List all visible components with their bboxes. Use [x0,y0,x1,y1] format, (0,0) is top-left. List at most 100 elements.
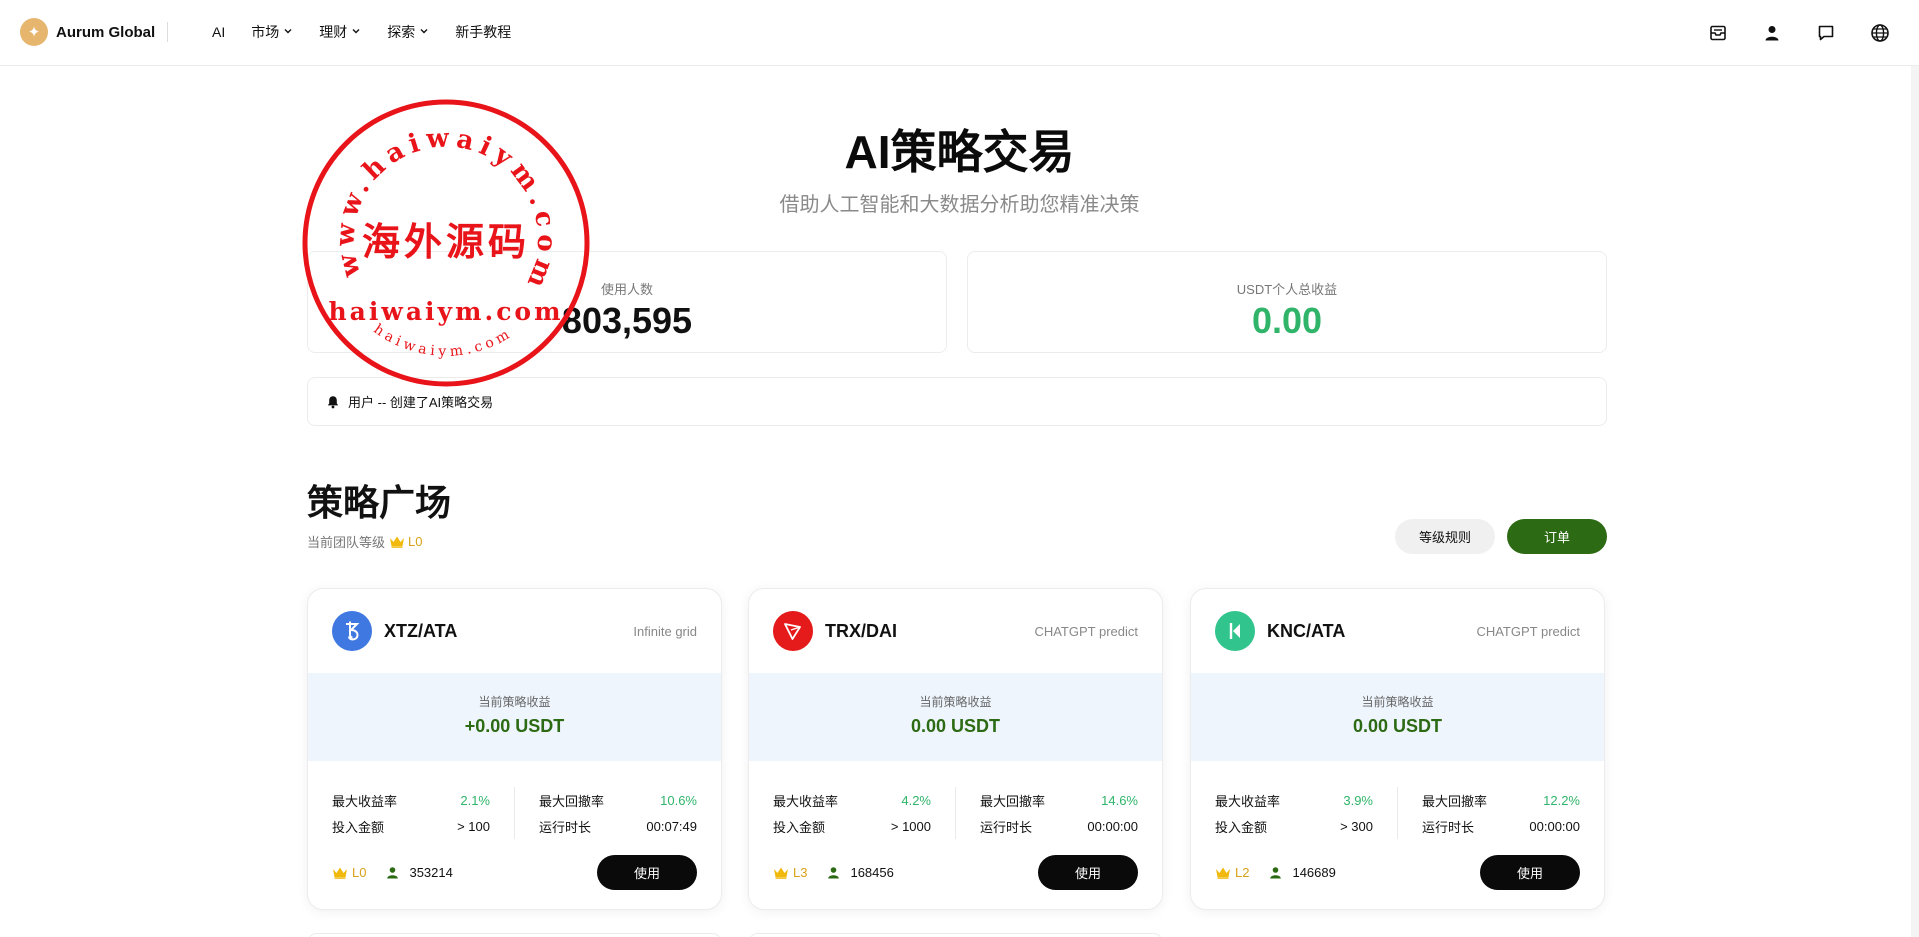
nav-divider [167,22,168,42]
card-header: TRX/DAI CHATGPT predict [749,589,1162,673]
level-value: L3 [793,865,808,880]
metric-row: 投入金额 > 100 [332,813,490,839]
use-strategy-button[interactable]: 使用 [597,855,697,890]
runtime-label: 运行时长 [1422,819,1475,835]
amount-value: > 100 [457,818,490,834]
card-footer: L3 168456 使用 [749,839,1162,890]
max-yield-value: 4.2% [901,792,931,808]
profit-value: 0.00 USDT [1352,716,1443,736]
nav-item-finance[interactable]: 理财 [319,22,361,42]
crown-icon [389,535,405,548]
total-profit-card: USDT个人总收益 0.00 [967,251,1607,353]
watermark-domain-text: haiwaiym.com [328,297,563,326]
nav-label: 理财 [319,24,348,40]
inbox-icon[interactable] [1705,20,1731,46]
level-value: L0 [352,865,367,880]
nav-label: 新手教程 [455,24,512,40]
chevron-down-icon [351,26,361,39]
user-count-value: 353214 [409,865,453,880]
use-strategy-button[interactable]: 使用 [1480,855,1580,890]
level-value: L2 [1235,865,1250,880]
nav-item-explore[interactable]: 探索 [387,22,429,42]
brand-logo[interactable]: ✦ Aurum Global [20,18,155,46]
metric-row: 最大回撤率 14.6% [980,787,1138,813]
nav-item-tutorial[interactable]: 新手教程 [455,22,511,42]
watermark-center-text: 海外源码 [362,219,530,264]
profit-label: 当前策略收益 [919,695,992,709]
user-icon[interactable] [1759,20,1785,46]
required-level: L0 [332,865,366,880]
nav-item-market[interactable]: 市场 [251,22,293,42]
metric-column: 最大回撤率 12.2% 运行时长 00:00:00 [1398,787,1580,839]
strategy-type: CHATGPT predict [1476,623,1580,639]
runtime-label: 运行时长 [539,819,592,835]
required-level: L2 [1215,865,1249,880]
metric-column: 最大收益率 2.1% 投入金额 > 100 [332,787,515,839]
metric-row: 投入金额 > 1000 [773,813,931,839]
amount-value: > 300 [1340,818,1373,834]
main-nav: AI 市场 理财 探索 新手教程 [212,22,537,42]
profit-label: 当前策略收益 [478,695,551,709]
top-navbar: ✦ Aurum Global AI 市场 理财 探索 新手教程 [0,0,1919,66]
strategy-type: Infinite grid [633,623,697,639]
runtime-value: 00:00:00 [1087,818,1138,834]
max-drawdown-value: 10.6% [660,792,697,808]
section-title: 策略广场 [307,482,452,523]
globe-icon[interactable] [1867,20,1893,46]
strategy-card: KNC/ATA CHATGPT predict 当前策略收益 0.00 USDT… [1190,588,1605,910]
amount-label: 投入金额 [1215,819,1268,835]
page-subtitle: 借助人工智能和大数据分析助您精准决策 [779,194,1140,216]
profit-value: 0.00 USDT [910,716,1001,736]
pair-name: KNC/ATA [1267,620,1346,641]
header-actions [1677,20,1893,46]
runtime-value: 00:00:00 [1529,818,1580,834]
required-level: L3 [773,865,807,880]
max-yield-value: 3.9% [1343,792,1373,808]
use-strategy-button[interactable]: 使用 [1038,855,1138,890]
strategy-card-peek [307,933,722,937]
nav-label: 探索 [387,24,416,40]
orders-button[interactable]: 订单 [1507,519,1607,554]
max-yield-value: 2.1% [460,792,490,808]
runtime-label: 运行时长 [980,819,1033,835]
profit-panel: 当前策略收益 0.00 USDT [1191,673,1604,761]
watermark-stamp: www.haiwaiym.com 海外源码 haiwaiym.com haiwa… [302,99,590,387]
metric-row: 最大回撤率 10.6% [539,787,697,813]
chevron-down-icon [283,26,293,39]
user-icon [827,866,840,879]
crown-icon [1215,866,1231,879]
metrics: 最大收益率 2.1% 投入金额 > 100 最大回撤率 10.6% 运行时长 00:07… [308,761,721,839]
user-count: 168456 [827,865,894,880]
user-count-value: 168456 [850,865,894,880]
logo-star-icon: ✦ [20,18,48,46]
nav-item-ai[interactable]: AI [212,24,225,40]
total-profit-value: 0.00 [1251,300,1323,341]
amount-value: > 1000 [890,818,931,834]
amount-label: 投入金额 [332,819,385,835]
total-profit-label: USDT个人总收益 [1236,282,1338,297]
message-icon[interactable] [1813,20,1839,46]
kyber-icon [1215,611,1255,651]
metric-row: 投入金额 > 300 [1215,813,1373,839]
metric-row: 运行时长 00:00:00 [1422,813,1580,839]
max-drawdown-label: 最大回撤率 [539,793,605,809]
max-drawdown-label: 最大回撤率 [980,793,1046,809]
chevron-down-icon [419,26,429,39]
metric-column: 最大回撤率 10.6% 运行时长 00:07:49 [515,787,697,839]
nav-label: AI [212,24,226,40]
user-count: 146689 [1269,865,1336,880]
team-level-label: 当前团队等级 [307,535,386,550]
level-rules-button[interactable]: 等级规则 [1395,519,1495,554]
max-yield-label: 最大收益率 [773,793,839,809]
card-footer: L0 353214 使用 [308,839,721,890]
profit-panel: 当前策略收益 0.00 USDT [749,673,1162,761]
user-count: 353214 [386,865,453,880]
nav-label: 市场 [251,24,280,40]
max-drawdown-value: 14.6% [1101,792,1138,808]
bell-icon [326,395,340,409]
strategy-card-peek [748,933,1163,937]
metric-column: 最大收益率 4.2% 投入金额 > 1000 [773,787,956,839]
metrics: 最大收益率 3.9% 投入金额 > 300 最大回撤率 12.2% 运行时长 00:00… [1191,761,1604,839]
profit-value: +0.00 USDT [464,716,565,736]
strategy-card: TRX/DAI CHATGPT predict 当前策略收益 0.00 USDT… [748,588,1163,910]
